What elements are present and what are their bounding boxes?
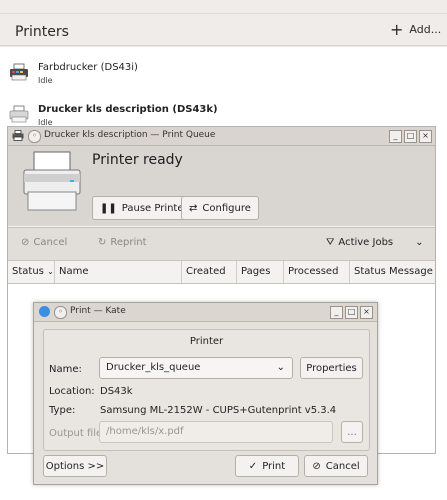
type-label: Type: — [49, 405, 76, 416]
close-icon[interactable]: × — [419, 130, 432, 143]
pin-icon[interactable]: ◦ — [54, 306, 67, 319]
minimize-icon[interactable]: _ — [389, 130, 402, 143]
configure-label: Configure — [202, 202, 251, 214]
column-processed[interactable]: Processed — [284, 261, 350, 283]
cancel-icon: ⊘ — [312, 460, 321, 472]
chevron-down-icon: ⌄ — [415, 237, 424, 248]
kate-app-icon — [39, 306, 50, 317]
cancel-button[interactable]: ⊘ Cancel — [304, 455, 368, 477]
cancel-icon: ⊘ — [21, 237, 30, 248]
maximize-icon[interactable]: □ — [345, 306, 358, 319]
pause-icon: ❚❚ — [100, 202, 117, 214]
printer-name: Farbdrucker (DS43i) — [38, 62, 138, 73]
window-title: Drucker kls description — Print Queue — [44, 130, 216, 140]
plus-icon: + — [390, 19, 404, 39]
printer-group: Printer Name: Drucker_kls_queue ⌄ Proper… — [43, 329, 370, 451]
cancel-label: Cancel — [325, 460, 360, 472]
location-value: DS43k — [100, 386, 133, 397]
header-divider — [0, 0, 447, 14]
printer-name-value: Drucker_kls_queue — [106, 362, 201, 373]
output-file-input[interactable]: /home/kls/x.pdf — [99, 421, 333, 443]
output-file-label: Output file: — [49, 428, 106, 439]
properties-label: Properties — [306, 362, 357, 374]
column-status-message[interactable]: Status Message — [350, 261, 435, 283]
reprint-icon: ↻ — [98, 237, 107, 248]
reprint-label: Reprint — [110, 237, 147, 248]
job-filter-label: Active Jobs — [338, 237, 394, 248]
chevron-down-icon: ⌄ — [276, 362, 285, 373]
cancel-job-label: Cancel — [33, 237, 68, 248]
printer-item[interactable]: Farbdrucker (DS43i) Idle — [0, 53, 447, 93]
print-dialog-titlebar[interactable]: ◦ Print — Kate _ □ × — [34, 303, 377, 322]
dialog-title: Print — Kate — [70, 306, 126, 316]
properties-button[interactable]: Properties — [300, 357, 363, 379]
column-name[interactable]: Name — [55, 261, 182, 283]
printer-status-panel: Printer ready ❚❚ Pause Printer ⇄ Configu… — [8, 146, 435, 226]
page-title: Printers — [15, 24, 69, 40]
printer-group-title: Printer — [189, 336, 224, 347]
print-button[interactable]: ✓ Print — [235, 455, 299, 477]
type-value: Samsung ML-2152W - CUPS+Gutenprint v5.3.… — [100, 405, 337, 416]
sort-down-icon: ⌄ — [47, 267, 54, 276]
location-label: Location: — [49, 386, 95, 397]
color-printer-icon — [10, 63, 28, 81]
maximize-icon[interactable]: □ — [404, 130, 417, 143]
print-queue-titlebar[interactable]: ◦ Drucker kls description — Print Queue … — [8, 127, 435, 146]
minimize-icon[interactable]: _ — [330, 306, 343, 319]
close-icon[interactable]: × — [360, 306, 373, 319]
configure-button[interactable]: ⇄ Configure — [181, 196, 259, 220]
column-created[interactable]: Created — [182, 261, 237, 283]
options-button[interactable]: Options >> — [43, 455, 107, 477]
cancel-job-button[interactable]: ⊘ Cancel — [21, 237, 67, 248]
browse-button[interactable]: ... — [341, 421, 363, 443]
print-dialog: ◦ Print — Kate _ □ × Printer Name: Druck… — [33, 302, 378, 485]
jobs-table-header: Status ⌄ Name Created Pages Processed St… — [8, 261, 435, 284]
printer-status-text: Printer ready — [92, 152, 183, 168]
printer-app-icon — [12, 130, 24, 141]
add-printer-label: Add... — [409, 23, 442, 36]
checkmark-icon: ✓ — [248, 460, 258, 472]
name-label: Name: — [49, 364, 82, 375]
printer-name: Drucker kls description (DS43k) — [38, 104, 218, 115]
job-toolbar: ⊘ Cancel ↻ Reprint ⛛ Active Jobs ⌄ — [8, 227, 435, 261]
column-status[interactable]: Status ⌄ — [8, 261, 55, 283]
printer-large-icon — [23, 151, 81, 211]
pause-printer-label: Pause Printer — [121, 202, 188, 214]
pin-icon[interactable]: ◦ — [28, 130, 41, 143]
printer-state: Idle — [38, 76, 53, 85]
column-pages[interactable]: Pages — [237, 261, 284, 283]
configure-icon: ⇄ — [189, 202, 198, 214]
printer-name-select[interactable]: Drucker_kls_queue ⌄ — [99, 357, 293, 379]
add-printer-button[interactable]: + Add... — [390, 19, 442, 39]
reprint-button[interactable]: ↻ Reprint — [98, 237, 147, 248]
print-label: Print — [262, 460, 286, 472]
column-status-label: Status — [12, 266, 44, 277]
filter-icon: ⛛ — [326, 237, 335, 248]
job-filter-dropdown[interactable]: ⛛ Active Jobs ⌄ — [326, 237, 424, 248]
printer-icon — [9, 105, 29, 123]
options-label: Options >> — [45, 460, 105, 472]
